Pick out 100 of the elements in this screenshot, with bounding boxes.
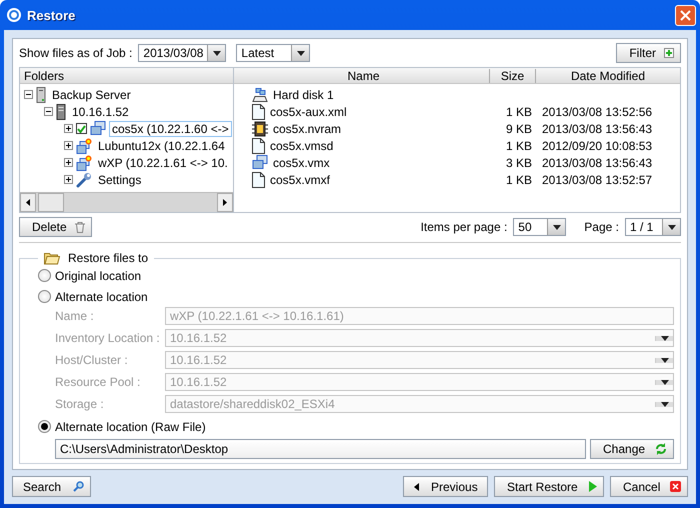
file-date: 2012/09/20 10:08:53 — [541, 138, 654, 152]
column-header[interactable]: Size — [490, 68, 536, 82]
tree-item[interactable]: Backup Server — [49, 86, 134, 102]
wrench-icon — [76, 172, 92, 188]
version-dropdown[interactable]: Latest — [236, 44, 310, 62]
file-name[interactable]: cos5x.vmx — [273, 156, 330, 170]
play-icon — [589, 481, 597, 492]
arrow-right-icon[interactable] — [223, 199, 227, 206]
close-icon — [670, 481, 681, 492]
field-label: Resource Pool : — [55, 375, 142, 389]
close-button[interactable] — [675, 4, 696, 26]
collapse-icon[interactable] — [44, 107, 53, 116]
tree-item[interactable]: Settings — [95, 172, 144, 188]
caret-icon — [660, 358, 668, 362]
cancel-button[interactable]: Cancel — [610, 476, 688, 497]
document-icon — [252, 172, 265, 188]
radio-label[interactable]: Original location — [55, 268, 142, 282]
chip-icon — [252, 120, 268, 136]
file-name[interactable]: cos5x.vmsd — [270, 138, 334, 152]
windows-stack-icon — [252, 155, 268, 170]
expand-icon[interactable] — [64, 175, 73, 184]
file-date: 2013/03/08 13:56:43 — [541, 122, 654, 136]
disk-icon — [252, 88, 268, 102]
radio-button[interactable] — [38, 420, 51, 433]
radio-button[interactable] — [38, 269, 51, 282]
radio-label[interactable]: Alternate location — [55, 290, 148, 304]
field-label: Name : — [55, 309, 95, 323]
file-name[interactable]: cos5x.nvram — [273, 122, 342, 136]
scrollbar-thumb[interactable] — [38, 193, 64, 212]
tree-item[interactable]: cos5x (10.22.1.60 <-> — [109, 120, 232, 136]
file-date: 2013/03/08 13:56:43 — [541, 156, 654, 170]
radio-label[interactable]: Alternate location (Raw File) — [55, 420, 206, 434]
page-label: Page : — [584, 220, 619, 234]
document-icon — [252, 138, 265, 154]
previous-button[interactable]: Previous — [403, 476, 488, 497]
server-icon — [36, 86, 46, 102]
column-header[interactable]: Date Modified — [536, 68, 680, 82]
refresh-icon — [655, 443, 667, 455]
document-icon — [252, 104, 265, 120]
windows-stack-star-icon — [76, 138, 92, 154]
windows-stack-star-icon — [76, 154, 92, 170]
column-header: Folders — [24, 68, 64, 82]
delete-button[interactable]: Delete — [19, 217, 92, 237]
arrow-left-icon — [414, 482, 419, 490]
arrow-left-icon[interactable] — [26, 199, 30, 206]
section-title: Restore files to — [68, 251, 148, 265]
app-logo-icon — [6, 7, 22, 23]
dropdown-button[interactable] — [291, 45, 310, 61]
collapse-icon[interactable] — [24, 90, 33, 99]
caret-icon — [660, 402, 668, 406]
caret-icon — [660, 336, 668, 340]
file-name[interactable]: Hard disk 1 — [273, 88, 334, 102]
search-button[interactable]: Search — [12, 476, 92, 497]
file-date: 2013/03/08 13:52:57 — [541, 172, 654, 186]
job-date-dropdown[interactable]: 2013/03/08 — [138, 44, 226, 62]
expand-icon[interactable] — [64, 141, 73, 150]
tree-item[interactable]: 10.16.1.52 — [69, 104, 132, 120]
checkbox[interactable] — [76, 123, 87, 134]
job-label: Show files as of Job : — [19, 46, 132, 60]
folder-icon — [44, 251, 60, 265]
field-label: Storage : — [55, 397, 105, 411]
start-restore-button[interactable]: Start Restore — [494, 476, 604, 497]
file-name[interactable]: cos5x-aux.xml — [270, 104, 347, 118]
page-dropdown[interactable]: 1 / 1 — [625, 218, 681, 236]
trash-icon — [74, 222, 85, 232]
file-size: 1 KB — [504, 104, 533, 118]
caret-icon — [668, 224, 676, 230]
change-button[interactable]: Change — [590, 439, 674, 459]
tree-item[interactable]: wXP (10.22.1.61 <-> 10. — [95, 154, 231, 170]
file-size: 3 KB — [504, 156, 533, 170]
horizontal-scrollbar[interactable] — [20, 192, 233, 212]
caret-icon — [296, 50, 305, 56]
computer-tower-icon — [56, 104, 66, 120]
tree-item[interactable]: Lubuntu12x (10.22.1.64 — [95, 138, 228, 154]
file-size: 1 KB — [504, 172, 533, 186]
plus-icon — [664, 48, 674, 58]
items-per-page-label: Items per page : — [420, 220, 508, 234]
field-label: Inventory Location : — [55, 331, 161, 345]
file-date: 2013/03/08 13:52:56 — [541, 104, 654, 118]
dropdown-button[interactable] — [662, 219, 680, 235]
caret-icon — [212, 50, 221, 56]
close-icon — [680, 10, 691, 20]
dropdown-button[interactable] — [207, 45, 226, 61]
radio-button[interactable] — [38, 290, 51, 303]
caret-icon — [660, 380, 668, 384]
items-per-page-dropdown[interactable]: 50 — [513, 218, 566, 236]
filter-button[interactable]: Filter — [616, 43, 681, 63]
file-size: 9 KB — [504, 122, 533, 136]
expand-icon[interactable] — [64, 158, 73, 167]
field-label: Host/Cluster : — [55, 353, 129, 367]
search-icon — [73, 481, 84, 492]
file-size: 1 KB — [504, 138, 533, 152]
file-name[interactable]: cos5x.vmxf — [270, 172, 330, 186]
expand-icon[interactable] — [64, 124, 73, 133]
path-field[interactable]: C:\Users\Administrator\Desktop — [55, 439, 586, 459]
column-header[interactable]: Name — [234, 68, 490, 82]
window-title: Restore — [27, 8, 76, 22]
caret-icon — [552, 224, 561, 230]
dropdown-button[interactable] — [547, 219, 566, 235]
windows-stack-icon — [90, 121, 106, 136]
